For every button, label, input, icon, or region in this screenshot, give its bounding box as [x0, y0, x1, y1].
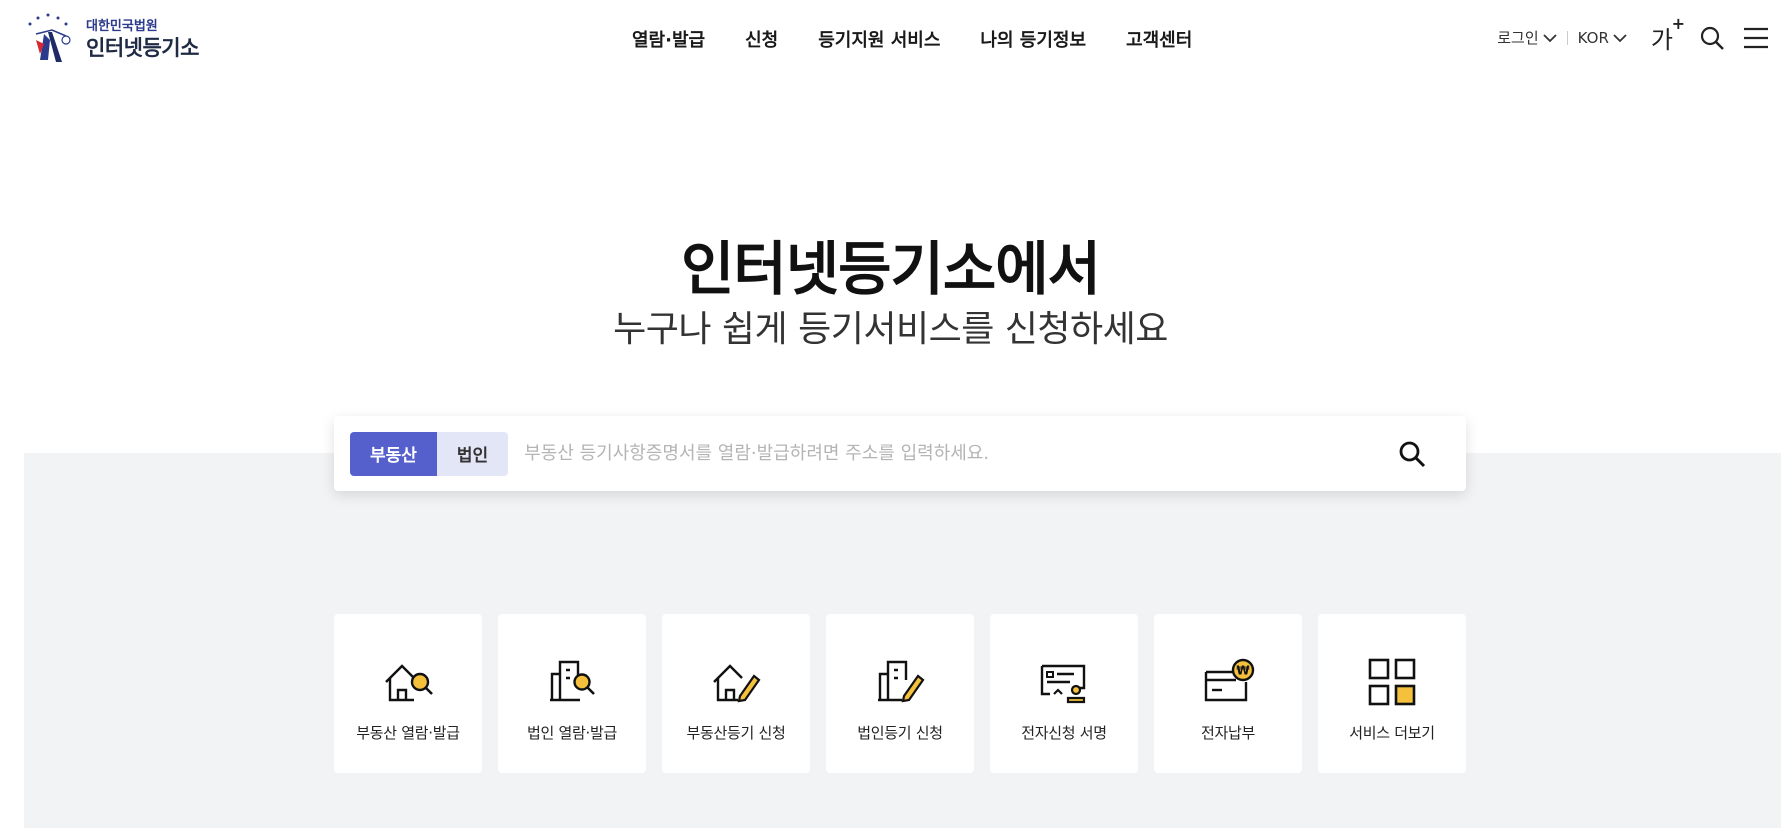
quick-menu: 부동산 열람·발급 법인 열람·발급 부동산등기 신청 법인등기 신청 전자신청… [334, 614, 1466, 773]
quick-menu-real-estate-view[interactable]: 부동산 열람·발급 [334, 614, 482, 773]
nav-item-support-services[interactable]: 등기지원 서비스 [798, 22, 960, 56]
logo-title: 인터넷등기소 [86, 35, 199, 60]
chevron-down-icon [1613, 33, 1627, 42]
quick-menu-label: 부동산등기 신청 [686, 724, 786, 742]
language-dropdown[interactable]: KOR [1572, 29, 1633, 47]
quick-menu-label: 서비스 더보기 [1349, 724, 1435, 742]
nav-item-my-registry[interactable]: 나의 등기정보 [960, 22, 1106, 56]
logo-text: 대한민국법원 인터넷등기소 [86, 20, 199, 59]
quick-menu-label: 법인 열람·발급 [527, 724, 617, 742]
svg-text:₩: ₩ [1236, 664, 1250, 678]
font-size-plus: + [1671, 14, 1685, 33]
logo-sub-title: 대한민국법원 [86, 18, 158, 34]
quick-menu-label: 부동산 열람·발급 [356, 724, 460, 742]
language-label: KOR [1577, 28, 1609, 47]
quick-menu-e-payment[interactable]: ₩ 전자납부 [1154, 614, 1302, 773]
quick-menu-label: 전자신청 서명 [1021, 724, 1107, 742]
quick-menu-more-services[interactable]: 서비스 더보기 [1318, 614, 1466, 773]
quick-menu-label: 법인등기 신청 [857, 724, 943, 742]
e-sign-icon [1040, 664, 1086, 704]
address-search-input[interactable] [508, 431, 1390, 476]
main-nav: 열람·발급 신청 등기지원 서비스 나의 등기정보 고객센터 [612, 22, 1212, 56]
search-icon [1700, 26, 1724, 50]
chevron-down-icon [1543, 33, 1557, 42]
court-emblem-icon [28, 13, 71, 62]
site-header: 대한민국법원 인터넷등기소 열람·발급 신청 등기지원 서비스 나의 등기정보 … [0, 0, 1781, 80]
login-label: 로그인 [1497, 29, 1539, 47]
search-button[interactable] [1699, 25, 1725, 51]
quick-menu-corporation-view[interactable]: 법인 열람·발급 [498, 614, 646, 773]
search-submit-button[interactable] [1390, 432, 1434, 476]
tab-real-estate[interactable]: 부동산 [350, 431, 437, 476]
utility-menu: 로그인 KOR 가 + [1491, 14, 1769, 55]
tab-corporation[interactable]: 법인 [436, 431, 509, 476]
font-size-label: 가 [1650, 26, 1673, 54]
grid-more-icon [1368, 658, 1416, 706]
nav-item-apply[interactable]: 신청 [725, 22, 798, 56]
site-logo[interactable]: 대한민국법원 인터넷등기소 [22, 10, 199, 68]
hero-subtitle: 누구나 쉽게 등기서비스를 신청하세요 [613, 309, 1168, 350]
quick-menu-real-estate-apply[interactable]: 부동산등기 신청 [662, 614, 810, 773]
hamburger-menu-icon [1744, 27, 1768, 48]
e-payment-icon: ₩ [1204, 658, 1255, 702]
quick-menu-label: 전자납부 [1200, 724, 1255, 742]
building-search-icon [550, 660, 595, 702]
nav-item-view-issue[interactable]: 열람·발급 [612, 22, 725, 56]
house-search-icon [385, 664, 433, 702]
hero-title: 인터넷등기소에서 [681, 235, 1101, 303]
divider [1566, 30, 1568, 45]
house-pen-icon [713, 664, 761, 703]
login-dropdown[interactable]: 로그인 [1491, 27, 1562, 48]
quick-menu-e-sign[interactable]: 전자신청 서명 [990, 614, 1138, 773]
search-box: 부동산 법인 [334, 416, 1466, 491]
search-icon [1399, 441, 1426, 467]
menu-button[interactable] [1743, 26, 1769, 50]
quick-menu-corporation-apply[interactable]: 법인등기 신청 [826, 614, 974, 773]
font-size-button[interactable]: 가 + [1650, 14, 1685, 55]
building-pen-icon [878, 660, 925, 703]
nav-item-customer-center[interactable]: 고객센터 [1106, 22, 1212, 56]
